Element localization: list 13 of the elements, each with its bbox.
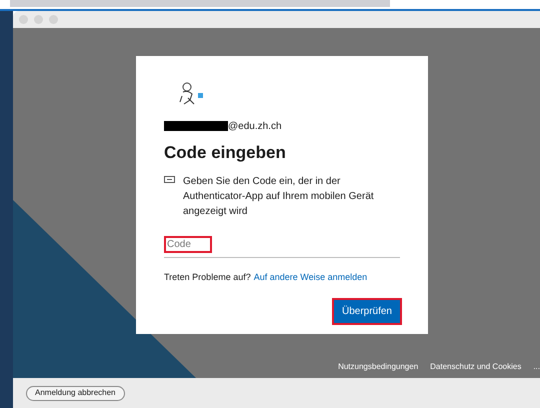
footer-link[interactable]: Nutzungsbedingungen bbox=[338, 361, 418, 373]
footer-link[interactable]: Datenschutz und Cookies bbox=[430, 361, 522, 373]
help-text: Treten Probleme auf? bbox=[164, 270, 251, 284]
page-heading: Code eingeben bbox=[164, 142, 287, 164]
footer-link[interactable]: ... bbox=[533, 361, 540, 373]
code-field[interactable]: Code bbox=[164, 236, 212, 252]
alternate-signin-link[interactable]: Auf andere Weise anmelden bbox=[254, 270, 368, 284]
instruction-text: Geben Sie den Code ein, der in der Authenticator-App auf Ihrem mobilen Gerät angezeigt wird bbox=[183, 174, 375, 218]
account-email: @edu.zh.ch bbox=[228, 120, 282, 134]
verify-button[interactable]: Überprüfen bbox=[334, 300, 400, 323]
keypad-icon bbox=[164, 176, 175, 182]
redaction-bar bbox=[164, 121, 228, 131]
cancel-signin-button[interactable]: Anmeldung abbrechen bbox=[26, 386, 125, 400]
